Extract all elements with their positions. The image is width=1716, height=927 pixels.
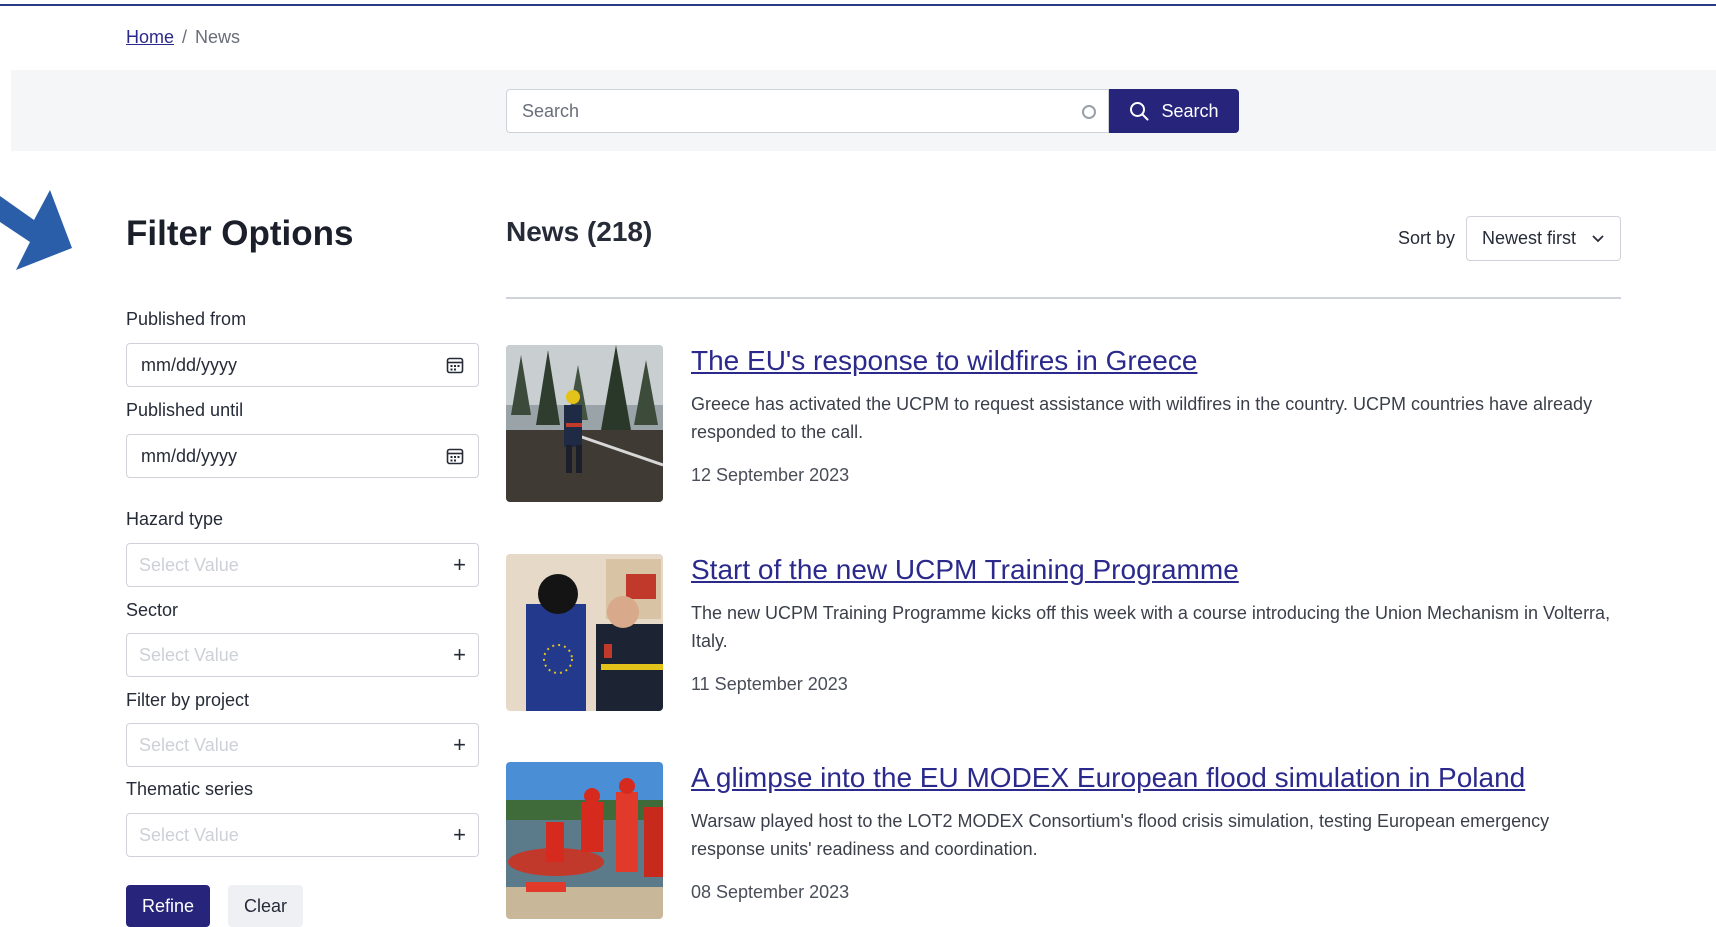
search-input-wrapper xyxy=(506,89,1109,133)
chevron-down-icon xyxy=(1592,234,1604,242)
news-item-description: The new UCPM Training Programme kicks of… xyxy=(691,603,1611,651)
news-thumbnail-flood[interactable] xyxy=(506,762,663,919)
news-item-title[interactable]: The EU's response to wildfires in Greece xyxy=(691,345,1197,377)
news-item-date: 11 September 2023 xyxy=(691,674,848,694)
breadcrumb-home-link[interactable]: Home xyxy=(126,27,174,48)
published-from-placeholder: mm/dd/yyyy xyxy=(141,354,238,375)
breadcrumb-current: News xyxy=(195,27,241,47)
news-item-title[interactable]: A glimpse into the EU MODEX European flo… xyxy=(691,762,1525,794)
sector-label: Sector xyxy=(126,600,179,620)
published-until-field[interactable]: mm/dd/yyyy xyxy=(126,434,479,478)
news-item: A glimpse into the EU MODEX European flo… xyxy=(506,762,1621,922)
sort-by-label: Sort by xyxy=(1398,228,1456,248)
sector-select[interactable]: Select Value + xyxy=(126,633,479,677)
clear-circle-icon[interactable] xyxy=(1082,105,1096,119)
top-rule xyxy=(0,4,1716,6)
plus-icon[interactable]: + xyxy=(453,554,466,576)
search-button[interactable]: Search xyxy=(1109,89,1239,133)
published-from-label: Published from xyxy=(126,309,247,329)
news-item-description: Greece has activated the UCPM to request… xyxy=(691,394,1593,442)
refine-button[interactable]: Refine xyxy=(126,885,210,927)
search-button-label: Search xyxy=(1161,100,1219,121)
news-thumbnail-wildfire[interactable] xyxy=(506,345,663,502)
news-item: The EU's response to wildfires in Greece… xyxy=(506,345,1621,505)
breadcrumb: Home / News xyxy=(126,27,240,48)
hazard-type-select[interactable]: Select Value + xyxy=(126,543,479,587)
thematic-series-label: Thematic series xyxy=(126,779,254,799)
news-thumbnail-training[interactable] xyxy=(506,554,663,711)
thematic-series-select[interactable]: Select Value + xyxy=(126,813,479,857)
published-until-label: Published until xyxy=(126,400,244,420)
news-item-date: 12 September 2023 xyxy=(691,465,850,485)
arrow-pointer-icon xyxy=(0,190,72,270)
news-item-date: 08 September 2023 xyxy=(691,882,850,902)
filter-options-title: Filter Options xyxy=(126,214,354,253)
breadcrumb-separator: / xyxy=(182,27,188,47)
filter-by-project-label: Filter by project xyxy=(126,690,250,710)
search-icon xyxy=(1130,102,1149,121)
published-from-field[interactable]: mm/dd/yyyy xyxy=(126,343,479,387)
sort-selected-value: Newest first xyxy=(1482,228,1577,248)
news-divider xyxy=(506,297,1621,299)
news-item-description: Warsaw played host to the LOT2 MODEX Con… xyxy=(691,811,1550,859)
news-item-title[interactable]: Start of the new UCPM Training Programme xyxy=(691,554,1239,586)
hazard-type-placeholder: Select Value xyxy=(139,554,239,575)
published-until-placeholder: mm/dd/yyyy xyxy=(141,445,238,466)
calendar-icon[interactable] xyxy=(446,356,464,374)
filter-by-project-select[interactable]: Select Value + xyxy=(126,723,479,767)
search-input[interactable] xyxy=(507,90,1108,132)
plus-icon[interactable]: + xyxy=(453,734,466,756)
hazard-type-label: Hazard type xyxy=(126,509,224,529)
project-placeholder: Select Value xyxy=(139,734,239,755)
calendar-icon[interactable] xyxy=(446,447,464,465)
plus-icon[interactable]: + xyxy=(453,824,466,846)
plus-icon[interactable]: + xyxy=(453,644,466,666)
sector-placeholder: Select Value xyxy=(139,644,239,665)
thematic-series-placeholder: Select Value xyxy=(139,824,239,845)
clear-button[interactable]: Clear xyxy=(228,885,303,927)
news-heading: News (218) xyxy=(506,216,653,247)
sort-select[interactable]: Newest first xyxy=(1466,216,1621,261)
news-item: Start of the new UCPM Training Programme… xyxy=(506,554,1621,714)
